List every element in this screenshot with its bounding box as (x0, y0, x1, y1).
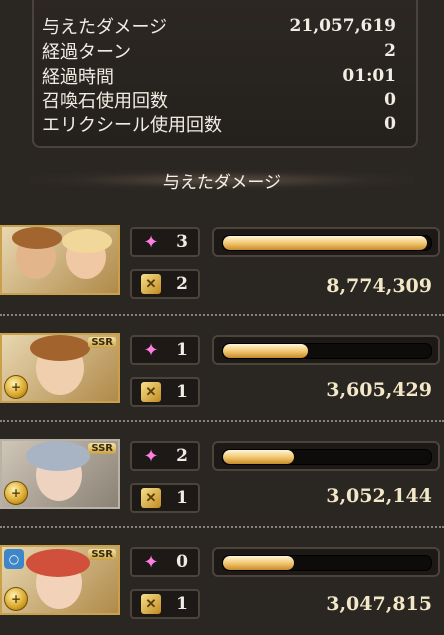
skill-count-box: ✦ 2 (130, 441, 200, 471)
coin-icon: + (4, 481, 28, 505)
damage-value: 3,605,429 (326, 379, 432, 401)
attack-icon-glyph: ✕ (141, 274, 161, 294)
sparkle-icon: ✦ (143, 339, 159, 361)
bar-track (222, 555, 432, 571)
summary-value: 0 (384, 90, 396, 110)
attack-icon: ✕ (140, 593, 162, 615)
summary-value: 01:01 (342, 66, 396, 86)
section-title: 与えたダメージ (162, 172, 282, 193)
attack-icon: ✕ (140, 381, 162, 403)
attack-icon: ✕ (140, 273, 162, 295)
coin-icon: + (4, 375, 28, 399)
battle-summary-panel: 与えたダメージ 21,057,619 経過ターン 2 経過時間 01:01 召喚… (32, 0, 418, 148)
character-row: ✦ 3 ✕ 2 8,774,309 (0, 225, 444, 315)
summary-row-elixirs: エリクシール使用回数 0 (42, 112, 396, 136)
rarity-badge: SSR (88, 443, 116, 454)
summary-label: 召喚石使用回数 (42, 91, 168, 112)
summary-row-turns: 経過ターン 2 (42, 39, 396, 63)
bar-fill (223, 344, 309, 358)
character-hair (12, 227, 62, 249)
character-portrait[interactable]: SSR + (0, 333, 120, 403)
bar-track (222, 343, 432, 359)
summary-row-damage: 与えたダメージ 21,057,619 (42, 14, 396, 38)
character-row: SSR ○ + ✦ 0 ✕ 1 3,047,815 (0, 545, 444, 635)
bar-fill (223, 236, 427, 250)
summary-row-time: 経過時間 01:01 (42, 64, 396, 88)
character-portrait[interactable] (0, 225, 120, 295)
summary-label: 与えたダメージ (42, 17, 168, 38)
damage-share-bar (212, 227, 440, 257)
attack-icon-glyph: ✕ (141, 382, 161, 402)
attack-count-box: ✕ 1 (130, 377, 200, 407)
character-hair (26, 549, 90, 577)
attack-icon: ✕ (140, 487, 162, 509)
summary-value: 2 (384, 41, 396, 61)
rarity-badge: SSR (88, 549, 116, 560)
summary-value: 21,057,619 (289, 16, 396, 36)
section-header: 与えたダメージ (0, 162, 444, 198)
coin-icon: + (4, 587, 28, 611)
damage-share-bar (212, 335, 440, 365)
ring-icon: ○ (4, 549, 24, 569)
sparkle-icon: ✦ (143, 551, 159, 573)
damage-value: 8,774,309 (326, 275, 432, 297)
summary-label: エリクシール使用回数 (42, 115, 222, 136)
skill-count: 0 (176, 552, 188, 572)
attack-count-box: ✕ 2 (130, 269, 200, 299)
skill-count: 3 (176, 232, 188, 252)
summary-label: 経過ターン (42, 42, 132, 63)
character-hair (30, 335, 90, 361)
attack-count-box: ✕ 1 (130, 589, 200, 619)
divider (0, 526, 444, 528)
damage-share-bar (212, 441, 440, 471)
attack-count: 1 (176, 382, 188, 402)
summary-label: 経過時間 (42, 67, 114, 88)
bar-fill (223, 450, 294, 464)
bar-fill (223, 556, 294, 570)
bar-track (222, 235, 432, 251)
divider (0, 420, 444, 422)
character-hair (26, 441, 90, 471)
attack-count: 1 (176, 594, 188, 614)
attack-icon-glyph: ✕ (141, 594, 161, 614)
sparkle-icon: ✦ (143, 445, 159, 467)
divider (0, 314, 444, 316)
attack-count: 2 (176, 274, 188, 294)
character-hair (62, 229, 112, 253)
character-portrait[interactable]: SSR ○ + (0, 545, 120, 615)
sparkle-icon: ✦ (143, 231, 159, 253)
character-row: SSR + ✦ 1 ✕ 1 3,605,429 (0, 333, 444, 423)
summary-value: 0 (384, 114, 396, 134)
attack-count: 1 (176, 488, 188, 508)
character-portrait[interactable]: SSR + (0, 439, 120, 509)
damage-value: 3,047,815 (326, 593, 432, 615)
skill-count-box: ✦ 3 (130, 227, 200, 257)
summary-row-summons: 召喚石使用回数 0 (42, 88, 396, 112)
skill-count: 1 (176, 340, 188, 360)
skill-count-box: ✦ 1 (130, 335, 200, 365)
rarity-badge: SSR (88, 337, 116, 348)
attack-icon-glyph: ✕ (141, 488, 161, 508)
bar-track (222, 449, 432, 465)
damage-value: 3,052,144 (326, 485, 432, 507)
character-row: SSR + ✦ 2 ✕ 1 3,052,144 (0, 439, 444, 529)
skill-count-box: ✦ 0 (130, 547, 200, 577)
damage-share-bar (212, 547, 440, 577)
attack-count-box: ✕ 1 (130, 483, 200, 513)
skill-count: 2 (176, 446, 188, 466)
